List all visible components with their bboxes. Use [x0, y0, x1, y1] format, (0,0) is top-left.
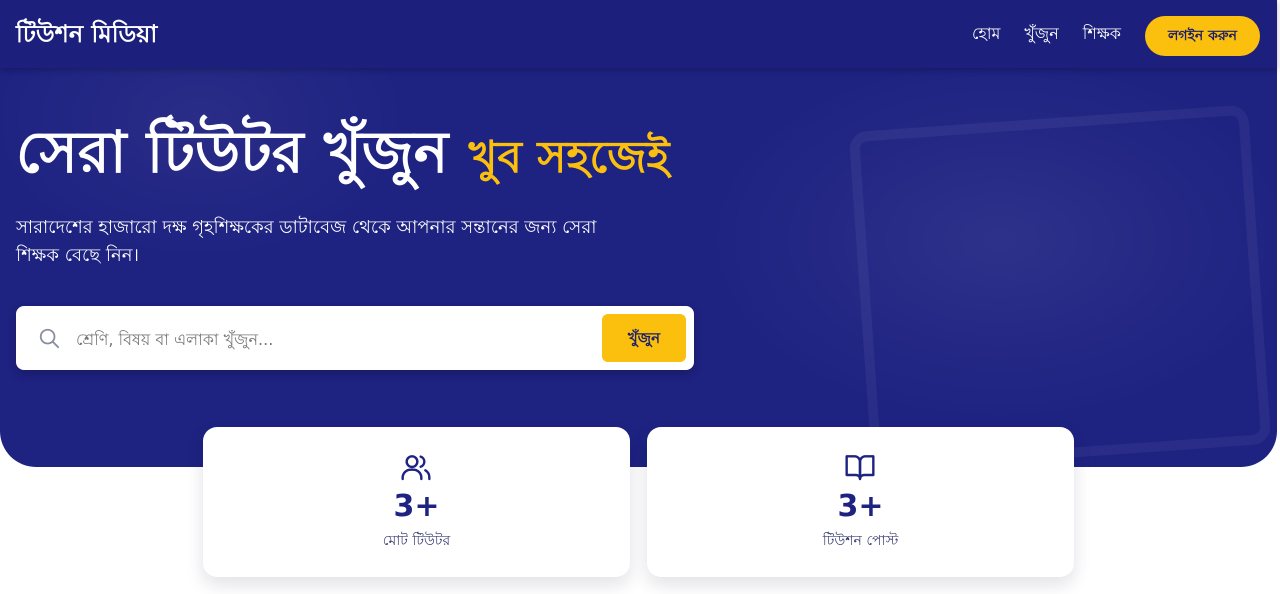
stat-card-tutors: 3+ মোট টিউটর	[203, 427, 630, 577]
users-icon	[401, 455, 431, 481]
book-open-icon	[845, 455, 875, 481]
hero-subtitle: সারাদেশের হাজারো দক্ষ গৃহশিক্ষকের ডাটাবে…	[16, 217, 597, 266]
search-bar: খুঁজুন	[16, 306, 694, 370]
headline-highlight: খুব সহজেই	[468, 132, 670, 183]
headline-main: সেরা টিউটর খুঁজুন	[16, 118, 449, 186]
nav-link-home[interactable]: হোম	[972, 22, 1000, 46]
stat-card-posts: 3+ টিউশন পোস্ট	[647, 427, 1074, 577]
stat-label: মোট টিউটর	[382, 533, 451, 549]
login-button[interactable]: লগইন করুন	[1145, 16, 1260, 56]
search-icon	[39, 328, 60, 349]
hero-section: সেরা টিউটর খুঁজুন খুব সহজেই সারাদেশের হা…	[0, 0, 1277, 467]
stat-value: 3+	[837, 489, 884, 524]
navbar: টিউশন মিডিয়া হোম খুঁজুন শিক্ষক লগইন করু…	[0, 0, 1277, 68]
hero-headline: সেরা টিউটর খুঁজুন খুব সহজেই	[16, 110, 669, 200]
search-input[interactable]	[74, 320, 598, 358]
stat-value: 3+	[393, 489, 440, 524]
search-button[interactable]: খুঁজুন	[602, 314, 686, 362]
nav-link-search[interactable]: খুঁজুন	[1024, 22, 1058, 46]
brand-logo[interactable]: টিউশন মিডিয়া	[16, 16, 157, 52]
nav-links: হোম খুঁজুন শিক্ষক	[972, 22, 1121, 46]
nav-link-teachers[interactable]: শিক্ষক	[1083, 22, 1121, 46]
stat-label: টিউশন পোস্ট	[822, 533, 899, 549]
